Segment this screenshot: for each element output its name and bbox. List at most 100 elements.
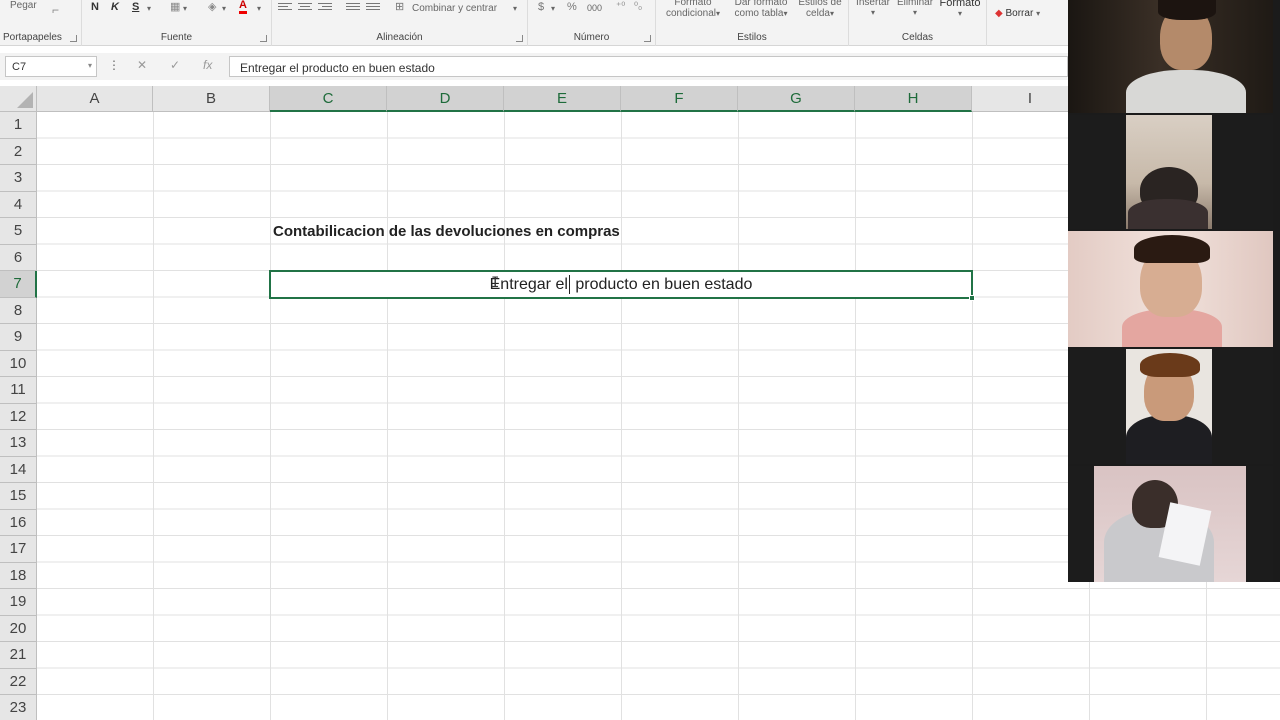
select-all-button[interactable] bbox=[0, 86, 37, 112]
row-header-17[interactable]: 17 bbox=[0, 536, 37, 563]
cell-styles-line1: Estilos de bbox=[798, 0, 842, 8]
column-header-e[interactable]: E bbox=[504, 86, 621, 112]
column-header-d[interactable]: D bbox=[387, 86, 504, 112]
clipboard-launcher-icon[interactable] bbox=[70, 35, 77, 42]
align-center-icon[interactable] bbox=[298, 3, 312, 13]
column-header-h[interactable]: H bbox=[855, 86, 972, 112]
increase-indent-icon[interactable] bbox=[366, 3, 380, 13]
italic-button[interactable]: K bbox=[111, 1, 119, 13]
video-call-panel bbox=[1068, 0, 1280, 582]
number-group-label: Número bbox=[573, 32, 610, 43]
cell-c7-editing[interactable]: Entregar el producto en buen estado bbox=[269, 270, 975, 301]
cells-group: Insertar ▾ Eliminar ▾ Formato ▾ Celdas bbox=[849, 0, 987, 46]
row-header-11[interactable]: 11 bbox=[0, 377, 37, 404]
clipboard-group: Pegar ⌐ Portapapeles bbox=[0, 0, 82, 46]
name-box[interactable]: C7 ▾ bbox=[5, 56, 97, 77]
underline-button[interactable]: S bbox=[132, 1, 139, 13]
font-color-dropdown-icon[interactable]: ▾ bbox=[257, 4, 261, 13]
formula-bar: C7 ▾ ⋮ ✕ ✓ fx Entregar el producto en bu… bbox=[0, 53, 1068, 80]
insert-function-icon[interactable]: fx bbox=[203, 58, 212, 72]
format-button[interactable]: Formato ▾ bbox=[937, 0, 983, 18]
row-header-6[interactable]: 6 bbox=[0, 244, 37, 271]
row-header-22[interactable]: 22 bbox=[0, 668, 37, 695]
fill-handle[interactable] bbox=[969, 295, 975, 301]
chevron-down-icon: ▾ bbox=[783, 9, 788, 18]
conditional-format-button[interactable]: Formato condicional▾ bbox=[660, 0, 726, 19]
merge-center-button[interactable]: Combinar y centrar bbox=[412, 3, 497, 14]
underline-dropdown-icon[interactable]: ▾ bbox=[147, 4, 151, 13]
column-header-g[interactable]: G bbox=[738, 86, 855, 112]
row-header-4[interactable]: 4 bbox=[0, 191, 37, 218]
align-left-icon[interactable] bbox=[278, 3, 292, 13]
number-launcher-icon[interactable] bbox=[644, 35, 651, 42]
font-launcher-icon[interactable] bbox=[260, 35, 267, 42]
row-header-3[interactable]: 3 bbox=[0, 165, 37, 192]
column-header-a[interactable]: A bbox=[37, 86, 153, 112]
row-header-18[interactable]: 18 bbox=[0, 562, 37, 589]
eraser-icon: ◆ bbox=[995, 8, 1003, 19]
thousands-button[interactable]: 000 bbox=[587, 3, 602, 13]
chevron-down-icon[interactable]: ▾ bbox=[88, 61, 92, 70]
row-header-9[interactable]: 9 bbox=[0, 324, 37, 351]
column-header-c[interactable]: C bbox=[270, 86, 387, 112]
merge-icon[interactable]: ⊞ bbox=[395, 0, 404, 13]
format-as-table-line1: Dar formato bbox=[734, 0, 788, 8]
column-header-b[interactable]: B bbox=[153, 86, 270, 112]
cell-styles-button[interactable]: Estilos de celda▾ bbox=[794, 0, 846, 19]
cell-c7-text-after-caret: producto en buen estado bbox=[570, 276, 753, 293]
decrease-indent-icon[interactable] bbox=[346, 3, 360, 13]
row-header-14[interactable]: 14 bbox=[0, 456, 37, 483]
styles-group: Formato condicional▾ Dar formato como ta… bbox=[656, 0, 849, 46]
row-header-8[interactable]: 8 bbox=[0, 297, 37, 324]
paste-button[interactable]: Pegar bbox=[10, 0, 37, 11]
cancel-icon[interactable]: ✕ bbox=[137, 58, 147, 72]
increase-decimal-icon[interactable]: ⁺⁰ bbox=[616, 1, 625, 12]
row-header-13[interactable]: 13 bbox=[0, 430, 37, 457]
currency-button[interactable]: $ bbox=[538, 1, 544, 13]
cell-c7-text-before-caret: Entregar el bbox=[489, 276, 568, 293]
format-painter-icon[interactable]: ⌐ bbox=[52, 3, 59, 17]
currency-dropdown-icon[interactable]: ▾ bbox=[551, 4, 555, 13]
row-header-21[interactable]: 21 bbox=[0, 642, 37, 669]
font-color-button[interactable]: A bbox=[239, 0, 247, 14]
percent-button[interactable]: % bbox=[567, 1, 577, 13]
decrease-decimal-icon[interactable]: ⁰₀ bbox=[634, 1, 642, 12]
row-header-1[interactable]: 1 bbox=[0, 112, 37, 139]
row-header-10[interactable]: 10 bbox=[0, 350, 37, 377]
chevron-down-icon: ▾ bbox=[829, 9, 834, 18]
fill-color-icon[interactable]: ◈ bbox=[208, 0, 216, 13]
row-header-2[interactable]: 2 bbox=[0, 138, 37, 165]
align-right-icon[interactable] bbox=[318, 3, 332, 13]
borders-icon[interactable]: ▦ bbox=[170, 0, 180, 13]
delete-button[interactable]: Eliminar ▾ bbox=[895, 0, 935, 17]
merge-dropdown-icon[interactable]: ▾ bbox=[513, 4, 517, 13]
video-tile-5[interactable] bbox=[1068, 466, 1273, 582]
video-tile-3[interactable] bbox=[1068, 231, 1273, 347]
alignment-launcher-icon[interactable] bbox=[516, 35, 523, 42]
insert-button[interactable]: Insertar ▾ bbox=[853, 0, 893, 17]
clear-button[interactable]: ◆ Borrar ▾ bbox=[995, 8, 1040, 19]
text-cursor-icon: I bbox=[491, 275, 500, 291]
enter-icon[interactable]: ✓ bbox=[170, 58, 180, 72]
row-header-7[interactable]: 7 bbox=[0, 271, 37, 298]
participant-hair bbox=[1140, 353, 1200, 377]
borders-dropdown-icon[interactable]: ▾ bbox=[183, 4, 187, 13]
bold-button[interactable]: N bbox=[91, 1, 99, 13]
video-tile-2[interactable] bbox=[1068, 115, 1273, 229]
video-tile-4[interactable] bbox=[1068, 349, 1273, 464]
row-header-20[interactable]: 20 bbox=[0, 615, 37, 642]
formula-input[interactable]: Entregar el producto en buen estado bbox=[229, 56, 1068, 77]
video-tile-host[interactable] bbox=[1068, 0, 1273, 113]
row-header-5[interactable]: 5 bbox=[0, 218, 37, 245]
cell-c5[interactable]: Contabilicacion de las devoluciones en c… bbox=[273, 223, 620, 240]
row-header-19[interactable]: 19 bbox=[0, 589, 37, 616]
row-header-15[interactable]: 15 bbox=[0, 483, 37, 510]
row-header-16[interactable]: 16 bbox=[0, 509, 37, 536]
format-as-table-button[interactable]: Dar formato como tabla▾ bbox=[728, 0, 794, 19]
column-header-f[interactable]: F bbox=[621, 86, 738, 112]
row-header-12[interactable]: 12 bbox=[0, 403, 37, 430]
row-header-23[interactable]: 23 bbox=[0, 695, 37, 720]
fill-color-dropdown-icon[interactable]: ▾ bbox=[222, 4, 226, 13]
chevron-down-icon: ▾ bbox=[957, 9, 962, 18]
more-options-icon[interactable]: ⋮ bbox=[108, 58, 120, 72]
